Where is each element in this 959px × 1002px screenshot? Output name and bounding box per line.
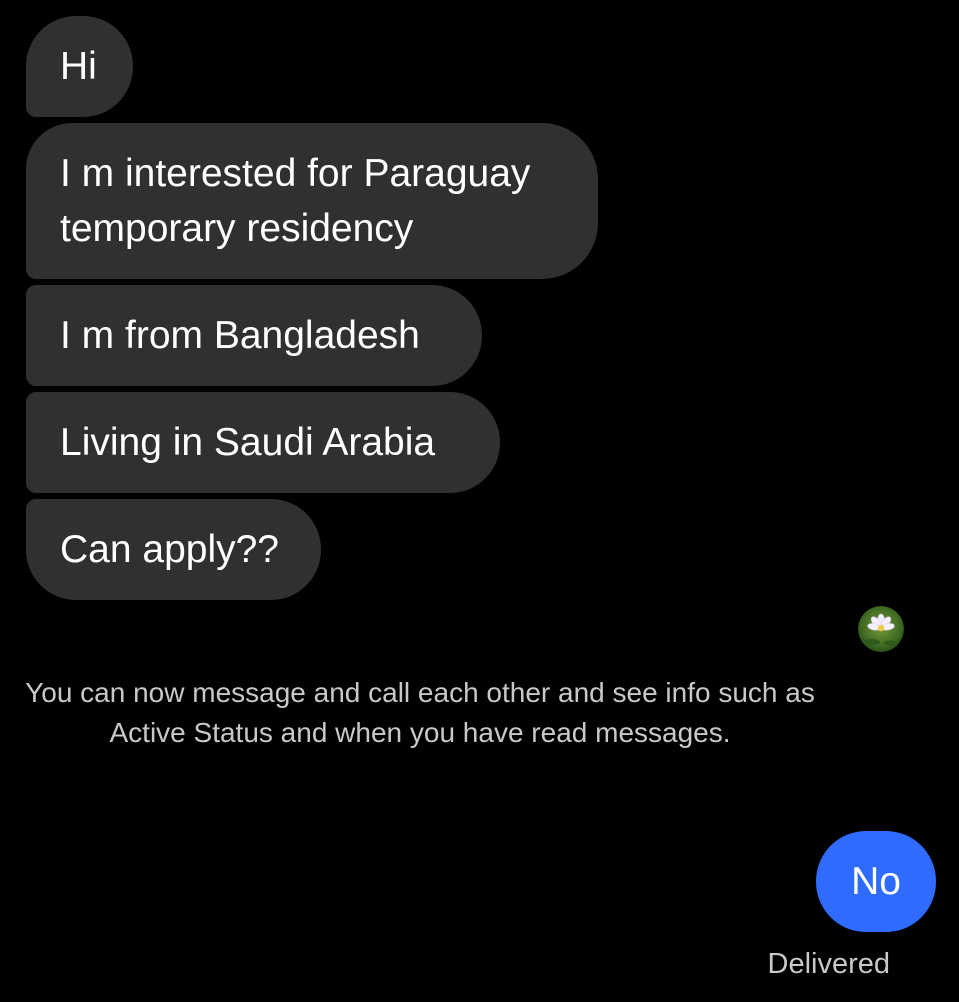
message-text: Hi — [60, 45, 97, 88]
message-text: I m from Bangladesh — [60, 314, 420, 357]
lotus-flower-avatar-icon — [858, 606, 904, 652]
received-message-bubble[interactable]: Can apply?? — [26, 499, 321, 600]
message-text: I m interested for Paraguay temporary re… — [60, 152, 531, 250]
received-message-bubble[interactable]: I m interested for Paraguay temporary re… — [26, 123, 598, 279]
sent-message-bubble[interactable]: No — [816, 831, 936, 932]
system-notice: You can now message and call each other … — [25, 677, 815, 748]
message-text: Can apply?? — [60, 528, 279, 571]
message-text: No — [851, 859, 901, 903]
received-message-bubble[interactable]: Hi — [26, 16, 133, 117]
message-text: Living in Saudi Arabia — [60, 421, 436, 464]
delivery-status: Delivered — [767, 948, 891, 980]
read-receipt-avatar[interactable] — [858, 606, 904, 652]
received-message-bubble[interactable]: I m from Bangladesh — [26, 285, 482, 386]
received-message-bubble[interactable]: Living in Saudi Arabia — [26, 392, 500, 493]
